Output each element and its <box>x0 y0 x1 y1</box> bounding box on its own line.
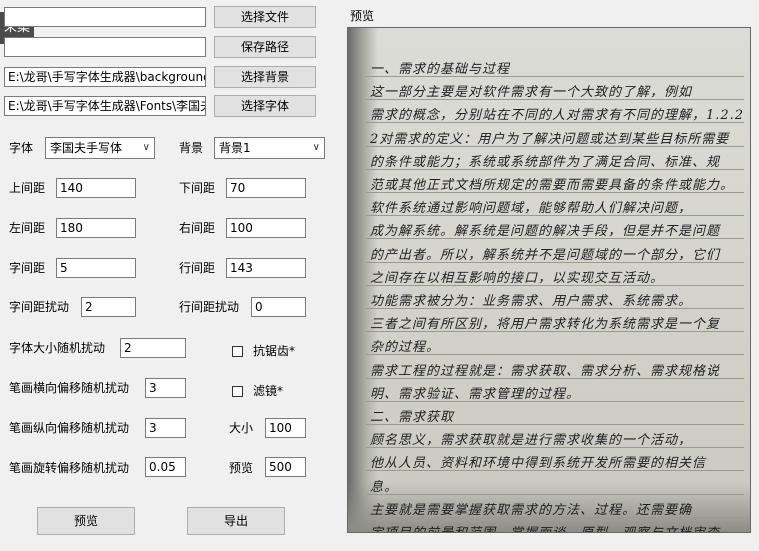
handwritten-line: 一、需求的基础与过程 <box>370 62 511 77</box>
font-path-input[interactable]: E:\龙哥\手写字体生成器\Fonts\李国夫 <box>4 96 206 116</box>
handwritten-line: 息。 <box>370 479 399 495</box>
handwritten-line: 主要就是需要掌握获取需求的方法、过程。还需要确 <box>370 502 693 518</box>
filter-checkbox[interactable] <box>232 386 243 397</box>
handwritten-line: 的产出者。所以，解系统并不是问题域的一个部分，它们 <box>370 247 721 263</box>
background-label: 背景 <box>179 141 204 155</box>
handwritten-line: 定项目的前景和范围，掌握面谈、原型、观察与文档审查 <box>370 522 742 532</box>
preview-image: 一、需求的基础与过程这一部分主要是对软件需求有一个大致的了解，例如需求的概念，分… <box>347 27 751 533</box>
left-margin-input[interactable]: 180 <box>56 218 136 238</box>
handwritten-line: 范或其他正式文档所规定的需要而需要具备的条件或能力。 <box>370 178 735 193</box>
preview-value-label: 预览 <box>229 461 254 475</box>
line-spacing-input[interactable]: 143 <box>226 258 306 278</box>
background-path-input[interactable]: E:\龙哥\手写字体生成器\background <box>4 67 206 87</box>
line-spacing-jitter-input[interactable]: 0 <box>251 297 306 317</box>
stroke-rotate-offset-input[interactable]: 0.05 <box>145 457 186 477</box>
background-select-value: 背景1 <box>219 141 251 155</box>
select-font-button[interactable]: 选择字体 <box>214 95 316 117</box>
char-spacing-label: 字间距 <box>9 261 46 275</box>
bottom-margin-label: 下间距 <box>179 181 216 195</box>
background-select[interactable]: 背景1 ∨ <box>214 137 325 159</box>
handwritten-line: 这一部分主要是对软件需求有一个大致的了解，例如 <box>370 85 693 101</box>
chevron-down-icon: ∨ <box>142 142 150 153</box>
line-spacing-jitter-label: 行间距扰动 <box>179 300 240 314</box>
handwritten-line: 软件系统通过影响问题域，能够帮助人们解决问题， <box>370 201 693 217</box>
handwritten-line: 二、需求获取 <box>370 410 455 425</box>
size-input[interactable]: 100 <box>265 418 306 438</box>
right-margin-label: 右间距 <box>179 221 216 235</box>
left-margin-label: 左间距 <box>9 221 46 235</box>
stroke-h-offset-input[interactable]: 3 <box>145 378 186 398</box>
font-size-jitter-label: 字体大小随机扰动 <box>9 341 106 355</box>
size-label: 大小 <box>229 421 254 435</box>
handwritten-line: 的条件或能力；系统或系统部件为了满足合同、标准、规 <box>370 154 721 170</box>
handwritten-line: 顾名思义，需求获取就是进行需求收集的一个活动， <box>370 433 693 449</box>
top-margin-label: 上间距 <box>9 181 46 195</box>
stroke-rotate-offset-label: 笔画旋转偏移随机扰动 <box>9 461 130 475</box>
handwritten-line: 之间存在以相互影响的接口，以实现交互活动。 <box>370 270 665 286</box>
antialias-label: 抗锯齿* <box>253 344 296 358</box>
preview-button[interactable]: 预览 <box>37 507 135 535</box>
handwritten-line: 明、需求验证、需求管理的过程。 <box>370 386 581 402</box>
export-button[interactable]: 导出 <box>187 507 285 535</box>
font-label: 字体 <box>9 141 34 155</box>
char-spacing-input[interactable]: 5 <box>56 258 136 278</box>
file-path-input[interactable] <box>4 7 206 27</box>
stroke-v-offset-label: 笔画纵向偏移随机扰动 <box>9 421 130 435</box>
top-margin-input[interactable]: 140 <box>56 178 136 198</box>
line-spacing-label: 行间距 <box>179 261 216 275</box>
handwritten-line: 成为解系统。解系统是问题的解决手段，但是并不是问题 <box>370 224 721 240</box>
select-background-button[interactable]: 选择背景 <box>214 66 316 88</box>
handwritten-line: 他从人员、资料和环境中得到系统开发所需要的相关信 <box>370 456 707 472</box>
font-select-value: 李国夫手写体 <box>50 141 123 155</box>
save-path-button[interactable]: 保存路径 <box>214 36 316 58</box>
filter-label: 滤镜* <box>253 384 284 398</box>
bottom-margin-input[interactable]: 70 <box>226 178 306 198</box>
handwritten-line: 三者之间有所区别，将用户需求转化为系统需求是一个复 <box>370 317 721 333</box>
handwritten-line: 杂的过程。 <box>370 340 441 356</box>
handwritten-line: 2对需求的定义：用户为了解决问题或达到某些目标所需要 <box>370 131 730 147</box>
handwritten-line: 功能需求被分为：业务需求、用户需求、系统需求。 <box>370 294 693 309</box>
right-margin-input[interactable]: 100 <box>226 218 306 238</box>
stroke-h-offset-label: 笔画横向偏移随机扰动 <box>9 381 130 395</box>
chevron-down-icon: ∨ <box>312 142 320 153</box>
handwritten-line: 需求工程的过程就是：需求获取、需求分析、需求规格说 <box>370 363 721 379</box>
select-file-button[interactable]: 选择文件 <box>214 6 316 28</box>
antialias-checkbox[interactable] <box>232 346 243 357</box>
stroke-v-offset-input[interactable]: 3 <box>145 418 186 438</box>
font-size-jitter-input[interactable]: 2 <box>120 338 186 358</box>
char-spacing-jitter-label: 字间距扰动 <box>9 300 70 314</box>
preview-title: 预览 <box>350 9 375 23</box>
save-path-input[interactable] <box>4 37 206 57</box>
char-spacing-jitter-input[interactable]: 2 <box>81 297 136 317</box>
preview-value-input[interactable]: 500 <box>265 457 306 477</box>
font-select[interactable]: 李国夫手写体 ∨ <box>45 137 155 159</box>
handwritten-line: 需求的概念，分别站在不同的人对需求有不同的理解，1.2.2 <box>370 108 742 124</box>
